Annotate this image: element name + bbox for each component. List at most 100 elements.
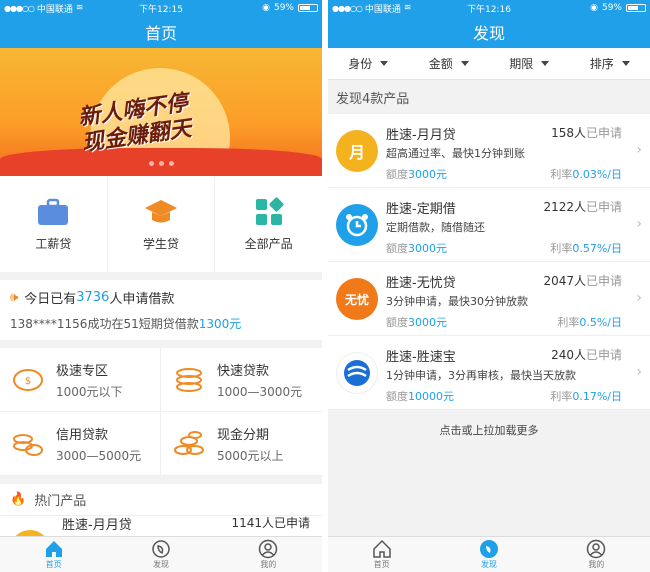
megaphone-icon: 🕪 [10,290,19,305]
page-title: 首页 [0,16,322,48]
product-avatar [336,204,378,246]
rate-value: 0.57%/日 [572,242,622,255]
application-notice: 🕪 今日已有 3736 人申请借款 138****1156成功在51短期贷借款130… [0,280,322,340]
category-label: 全部产品 [244,236,293,251]
load-more-button[interactable]: 点击或上拉加载更多 [328,410,650,450]
wifi-icon: ≋ [75,3,84,13]
discover-screen: ●●●○○ 中国联通 ≋ 下午12:16 ◉ 59% 发现 身份 金额 期限 排序 发… [328,0,650,572]
notice-prefix: 今日已有 [24,292,77,307]
tab-mine[interactable]: 我的 [543,537,650,572]
carousel-dot [148,161,154,166]
tab-mine[interactable]: 我的 [215,537,322,572]
filter-label: 排序 [589,57,614,71]
coin-stack-icon [176,367,202,392]
tab-bar: 首页 发现 我的 [0,536,322,572]
rate-label: 利率 [550,390,573,403]
product-applicants: 158人已申请 [551,124,622,141]
user-icon [587,539,606,559]
zone-title: 信用贷款 [56,427,109,443]
product-item[interactable]: 胜速-胜速宝 240人已申请 1分钟申请，3分再审核，最快当天放款 额度1000… [328,336,650,410]
coin-pile-icon [174,430,204,455]
tab-home[interactable]: 首页 [328,537,435,572]
product-item[interactable]: 胜速-定期借 2122人已申请 定期借款，随借随还 额度3000元 利率0.57… [328,188,650,262]
amount-value: 3000元 [408,316,447,329]
category-all-products[interactable]: 全部产品 [215,176,322,272]
tab-home[interactable]: 首页 [0,537,107,572]
zone-installment[interactable]: 现金分期 5000元以上 [161,412,322,476]
zone-express[interactable]: $ 极速专区 1000元以下 [0,348,161,412]
applied-label: 已申请 [585,274,622,288]
carousel-indicator [0,161,322,166]
product-name: 胜速-胜速宝 [386,350,456,365]
applied-label: 已申请 [585,348,622,362]
product-amount: 额度3000元 [386,166,447,182]
location-icon: ◉ [590,3,598,13]
tab-label: 我的 [260,560,277,569]
status-bar: ●●●○○ 中国联通 ≋ 下午12:15 ◉ 59% [0,0,322,16]
battery-icon [626,4,646,12]
applied-label: 已申请 [585,200,622,214]
product-rate: 利率0.5%/日 [557,314,622,330]
product-count-label: 发现4款产品 [336,91,410,107]
notice-detail: 138****1156成功在51短期贷借款 [10,317,199,331]
section-gap [0,340,322,348]
rate-value: 0.5%/日 [579,316,622,329]
chevron-right-icon: › [636,142,642,158]
discover-icon [152,540,170,558]
battery-percent: 59% [273,3,294,13]
product-name: 胜速-定期借 [386,202,456,217]
filter-identity[interactable]: 身份 [328,48,409,79]
tab-bar: 首页 发现 我的 [328,536,650,572]
tab-discover[interactable]: 发现 [435,537,542,572]
battery-percent: 59% [601,3,622,13]
promo-banner[interactable]: 新人嗨不停 现金赚翻天 [0,48,322,176]
product-desc: 3分钟申请，最快30分钟放款 [386,295,528,308]
tab-discover[interactable]: 发现 [107,537,214,572]
notice-suffix: 人申请借款 [109,292,175,307]
product-item[interactable]: 无忧 胜速-无忧贷 2047人已申请 3分钟申请，最快30分钟放款 额度3000… [328,262,650,336]
signal-icon: ●●●○○ [4,3,35,13]
zone-title: 极速专区 [56,363,109,379]
category-student-loan[interactable]: 学生贷 [108,176,216,272]
zone-range: 1000元以下 [56,384,123,399]
notice-count: 3736 [76,290,110,305]
zone-range: 5000元以上 [217,448,284,463]
filter-term[interactable]: 期限 [489,48,570,79]
page-title: 发现 [328,16,650,48]
category-salary-loan[interactable]: 工薪贷 [0,176,108,272]
apps-grid-icon [255,197,284,225]
amount-label: 额度 [386,390,408,403]
product-rate: 利率0.03%/日 [550,166,622,182]
avatar-text: 月 [348,143,365,162]
product-amount: 额度3000元 [386,240,447,256]
flame-icon: 🔥 [10,492,27,507]
amount-label: 额度 [386,168,408,181]
swirl-logo-icon [344,360,370,386]
svg-text:$: $ [25,376,31,387]
zone-title: 快速贷款 [217,363,270,379]
graduation-cap-icon [145,199,177,222]
product-rate: 利率0.17%/日 [550,388,622,404]
filter-sort[interactable]: 排序 [570,48,650,79]
zone-range: 3000—5000元 [56,448,142,463]
product-applicants: 2047人已申请 [543,272,622,289]
alarm-clock-icon [346,214,368,237]
product-avatar: 月 [336,130,378,172]
home-screen: ●●●○○ 中国联通 ≋ 下午12:15 ◉ 59% 首页 新人嗨不停 现金赚翻天 工… [0,0,322,572]
battery-icon [298,4,318,12]
carrier-label: 中国联通 [36,4,73,15]
chevron-right-icon: › [636,216,642,232]
product-item[interactable]: 月 胜速-月月贷 158人已申请 超高通过率、最快1分钟到账 额度3000元 利… [328,114,650,188]
zone-range: 1000—3000元 [217,384,303,399]
zone-fast[interactable]: 快速贷款 1000—3000元 [161,348,322,412]
location-icon: ◉ [262,3,270,13]
clock: 下午12:16 [467,4,511,15]
rate-label: 利率 [557,316,580,329]
tab-label: 我的 [588,560,605,569]
zone-title: 现金分期 [217,427,270,443]
tab-label: 首页 [373,560,390,569]
zone-credit[interactable]: 信用贷款 3000—5000元 [0,412,161,476]
product-avatar: 无忧 [336,278,378,320]
product-name: 胜速-月月贷 [62,518,132,533]
filter-amount[interactable]: 金额 [409,48,490,79]
